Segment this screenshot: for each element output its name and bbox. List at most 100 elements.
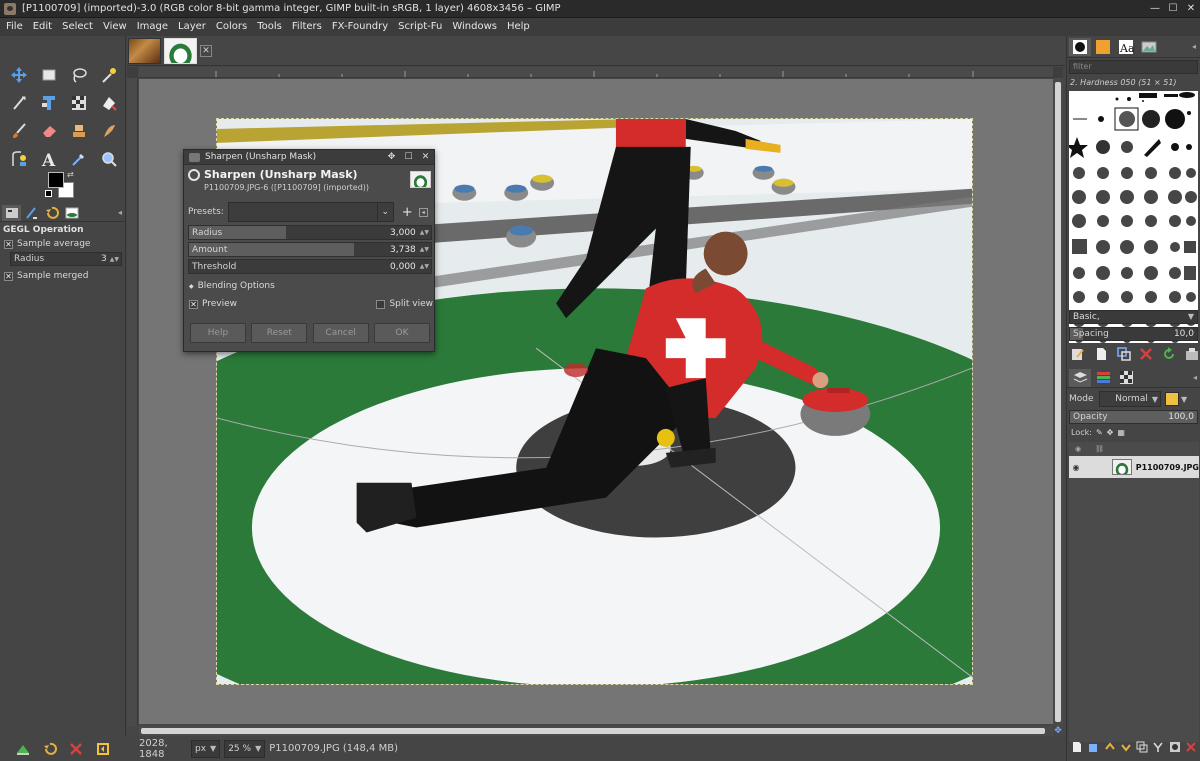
patterns-tab-icon[interactable] [1092,38,1114,56]
radius-slider[interactable]: Radius 3,000 ▲▼ [188,225,432,240]
composite-mode-icon[interactable] [1165,392,1179,406]
image-tab-1[interactable] [128,37,161,64]
dialog-titlebar[interactable]: Sharpen (Unsharp Mask) ✥ ☐ ✕ [184,150,434,165]
add-preset-icon[interactable]: + [402,205,413,220]
align-icon[interactable] [34,90,64,116]
preview-checkbox[interactable]: ✕ [189,299,198,309]
fuzzy-select-icon[interactable] [94,62,124,88]
menu-colors[interactable]: Colors [212,18,253,36]
rect-select-icon[interactable] [34,62,64,88]
lasso-icon[interactable] [64,62,94,88]
dock-menu-icon[interactable]: ◂ [1193,373,1197,382]
menu-tools[interactable]: Tools [253,18,288,36]
presets-menu-icon[interactable]: ◂ [418,207,428,217]
foreground-color-swatch[interactable] [48,172,64,188]
warp-icon[interactable] [94,90,124,116]
default-colors-icon[interactable] [45,190,52,197]
reset-button[interactable]: Reset [251,323,308,343]
horizontal-scrollbar[interactable] [139,726,1053,736]
delete-options-icon[interactable] [68,741,84,757]
paths-tab-icon[interactable] [1115,369,1137,387]
layer-mask-icon[interactable] [1169,741,1181,753]
maximize-button[interactable]: ☐ [1164,3,1182,14]
amount-value[interactable]: 3,738 [390,245,420,255]
amount-slider[interactable]: Amount 3,738 ▲▼ [188,242,432,257]
menu-select[interactable]: Select [58,18,99,36]
spin-arrows-icon[interactable]: ▲▼ [420,263,431,270]
eraser-icon[interactable] [34,118,64,144]
sample-merged-row[interactable]: ✕ Sample merged [4,271,88,281]
sample-average-checkbox[interactable]: ✕ [4,239,13,249]
sample-radius-field[interactable]: Radius 3 ▲▼ [10,252,122,266]
zoom-icon[interactable] [94,146,124,172]
new-brush-icon[interactable] [1094,347,1108,361]
menu-windows[interactable]: Windows [448,18,503,36]
menu-edit[interactable]: Edit [29,18,58,36]
undo-history-tab-icon[interactable] [42,205,61,221]
layer-row[interactable]: ◉ P1100709.JPG [1069,456,1199,478]
raise-layer-icon[interactable] [1104,741,1116,753]
cancel-button[interactable]: Cancel [312,323,369,343]
dialog-maximize-button[interactable]: ☐ [400,152,417,162]
color-picker-icon[interactable] [64,146,94,172]
save-options-icon[interactable] [15,741,31,757]
split-view-toggle[interactable]: Split view [376,299,433,309]
close-tab-icon[interactable]: ✕ [200,44,212,57]
spin-arrows-icon[interactable]: ▲▼ [420,246,431,253]
unit-combo[interactable]: px ▼ [191,739,221,758]
zoom-combo[interactable]: 25 % ▼ [224,739,266,758]
delete-layer-icon[interactable] [1185,741,1197,753]
move-tool-icon[interactable] [4,62,34,88]
duplicate-brush-icon[interactable] [1116,347,1131,361]
edit-brush-icon[interactable] [1071,347,1085,361]
brush-filter-input[interactable]: filter [1069,60,1198,74]
sample-average-row[interactable]: ✕ Sample average [4,239,90,249]
menu-fx-foundry[interactable]: FX-Foundry [328,18,394,36]
menu-image[interactable]: Image [133,18,174,36]
brushes-tab-icon[interactable] [1069,37,1091,56]
vertical-scrollbar[interactable] [1053,78,1063,726]
lower-layer-icon[interactable] [1120,741,1132,753]
fonts-tab-icon[interactable]: Aa [1115,38,1137,56]
lock-alpha-icon[interactable]: ▦ [1117,428,1125,437]
menu-script-fu[interactable]: Script-Fu [394,18,448,36]
channels-tab-icon[interactable] [1092,369,1114,387]
menu-view[interactable]: View [99,18,133,36]
unified-transform-icon[interactable] [64,90,94,116]
image-tab-2[interactable] [164,37,197,64]
layers-tab-icon[interactable] [1069,368,1091,387]
text-icon[interactable]: A [34,146,64,172]
paths-icon[interactable] [4,146,34,172]
open-brush-as-image-icon[interactable] [1185,347,1199,361]
threshold-slider[interactable]: Threshold 0,000 ▲▼ [188,259,432,274]
minimize-button[interactable]: — [1146,3,1164,14]
eye-icon[interactable]: ◉ [1069,463,1083,472]
brush-grid[interactable] [1069,91,1198,343]
dock-menu-icon[interactable]: ◂ [1192,42,1196,51]
new-layer-group-icon[interactable] [1087,741,1099,753]
dialog-close-button[interactable]: ✕ [417,152,434,162]
radius-value[interactable]: 3,000 [390,228,420,238]
preview-label[interactable]: Preview [202,299,237,309]
horizontal-ruler[interactable] [139,67,1053,78]
tool-options-tab-icon[interactable] [2,204,21,221]
vertical-ruler[interactable] [127,78,138,726]
layer-name[interactable]: P1100709.JPG [1136,463,1199,472]
ok-button[interactable]: OK [373,323,430,343]
navigate-icon[interactable]: ✥ [1053,726,1063,736]
ruler-corner[interactable] [127,67,138,78]
horizontal-scroll-thumb[interactable] [141,728,1045,734]
sample-merged-checkbox[interactable]: ✕ [4,271,13,281]
reset-options-icon[interactable] [95,741,111,757]
opacity-value[interactable]: 100,0 [1168,412,1197,422]
spacing-value[interactable]: 10,0 [1174,329,1197,339]
threshold-value[interactable]: 0,000 [390,262,420,272]
quick-mask-toggle[interactable] [1053,67,1063,78]
smudge-icon[interactable] [94,118,124,144]
split-view-checkbox[interactable] [376,299,386,309]
swap-colors-icon[interactable]: ⇄ [67,170,74,179]
crop-icon[interactable] [4,90,34,116]
menu-help[interactable]: Help [503,18,536,36]
device-status-tab-icon[interactable] [22,205,41,221]
opacity-slider[interactable]: Opacity 100,0 [1069,410,1198,424]
